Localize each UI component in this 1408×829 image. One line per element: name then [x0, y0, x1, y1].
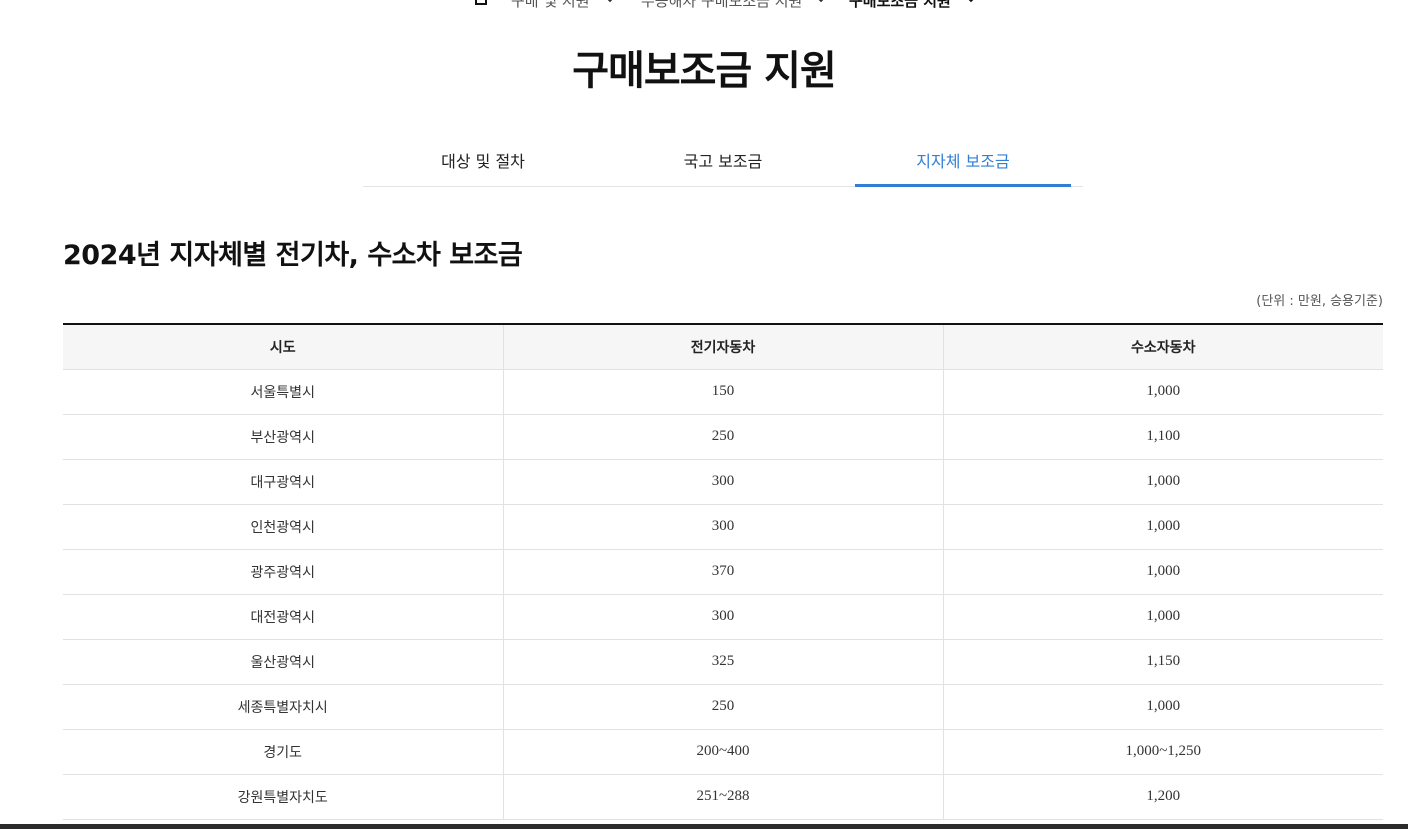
hydrogen-subsidy-cell: 1,000	[942, 504, 1383, 550]
table-row: 강원특별자치도 251~288 1,200	[63, 774, 1383, 820]
region-cell: 인천광역시	[63, 504, 503, 550]
electric-subsidy-cell: 200~400	[502, 729, 943, 775]
table-row: 부산광역시 250 1,100	[63, 414, 1383, 460]
section-title: 2024년 지자체별 전기차, 수소차 보조금	[63, 240, 523, 271]
electric-subsidy-cell: 250	[502, 684, 943, 730]
chevron-down-icon[interactable]	[604, 0, 616, 5]
electric-subsidy-cell: 250	[502, 414, 943, 460]
region-cell: 광주광역시	[63, 549, 503, 595]
tab-national-subsidy[interactable]: 국고 보조금	[603, 140, 843, 186]
hydrogen-subsidy-cell: 1,000	[942, 549, 1383, 595]
region-cell: 경기도	[63, 729, 503, 775]
electric-subsidy-cell: 325	[502, 639, 943, 685]
tab-target-procedure[interactable]: 대상 및 절차	[363, 140, 603, 186]
hydrogen-subsidy-cell: 1,000	[942, 369, 1383, 415]
chevron-down-icon[interactable]	[815, 0, 827, 5]
electric-subsidy-cell: 251~288	[502, 774, 943, 820]
table-row: 인천광역시 300 1,000	[63, 504, 1383, 550]
subsidy-table: 시도 전기자동차 수소자동차 서울특별시 150 1,000 부산광역시 250…	[63, 323, 1383, 820]
hydrogen-subsidy-cell: 1,000	[942, 684, 1383, 730]
column-header-electric: 전기자동차	[502, 324, 943, 370]
tab-bar: 대상 및 절차 국고 보조금 지자체 보조금	[363, 140, 1083, 187]
breadcrumb: 구매 및 지원 무공해차 구매보조금 지원 구매보조금 지원	[0, 0, 1408, 11]
table-row: 광주광역시 370 1,000	[63, 549, 1383, 595]
region-cell: 서울특별시	[63, 369, 503, 415]
region-cell: 강원특별자치도	[63, 774, 503, 820]
table-row: 대전광역시 300 1,000	[63, 594, 1383, 640]
region-cell: 부산광역시	[63, 414, 503, 460]
table-header-row: 시도 전기자동차 수소자동차	[63, 324, 1383, 370]
breadcrumb-item-current[interactable]: 구매보조금 지원	[849, 0, 951, 11]
home-icon[interactable]	[474, 0, 488, 5]
electric-subsidy-cell: 150	[502, 369, 943, 415]
hydrogen-subsidy-cell: 1,150	[942, 639, 1383, 685]
region-cell: 세종특별자치시	[63, 684, 503, 730]
unit-note: (단위 : 만원, 승용기준)	[1256, 294, 1383, 309]
bottom-bar	[0, 824, 1408, 829]
region-cell: 울산광역시	[63, 639, 503, 685]
hydrogen-subsidy-cell: 1,000	[942, 459, 1383, 505]
hydrogen-subsidy-cell: 1,200	[942, 774, 1383, 820]
chevron-down-icon[interactable]	[965, 0, 977, 5]
electric-subsidy-cell: 300	[502, 459, 943, 505]
region-cell: 대전광역시	[63, 594, 503, 640]
breadcrumb-item-purchase-support[interactable]: 구매 및 지원	[511, 0, 590, 11]
electric-subsidy-cell: 300	[502, 504, 943, 550]
table-row: 울산광역시 325 1,150	[63, 639, 1383, 685]
table-row: 서울특별시 150 1,000	[63, 369, 1383, 415]
tab-local-subsidy[interactable]: 지자체 보조금	[843, 140, 1083, 187]
hydrogen-subsidy-cell: 1,100	[942, 414, 1383, 460]
hydrogen-subsidy-cell: 1,000	[942, 594, 1383, 640]
breadcrumb-item-zero-emission-subsidy[interactable]: 무공해차 구매보조금 지원	[641, 0, 802, 11]
electric-subsidy-cell: 370	[502, 549, 943, 595]
hydrogen-subsidy-cell: 1,000~1,250	[942, 729, 1383, 775]
column-header-region: 시도	[63, 324, 503, 370]
electric-subsidy-cell: 300	[502, 594, 943, 640]
table-row: 경기도 200~400 1,000~1,250	[63, 729, 1383, 775]
table-row: 대구광역시 300 1,000	[63, 459, 1383, 505]
page-title: 구매보조금 지원	[572, 48, 837, 94]
table-row: 세종특별자치시 250 1,000	[63, 684, 1383, 730]
column-header-hydrogen: 수소자동차	[942, 324, 1383, 370]
region-cell: 대구광역시	[63, 459, 503, 505]
